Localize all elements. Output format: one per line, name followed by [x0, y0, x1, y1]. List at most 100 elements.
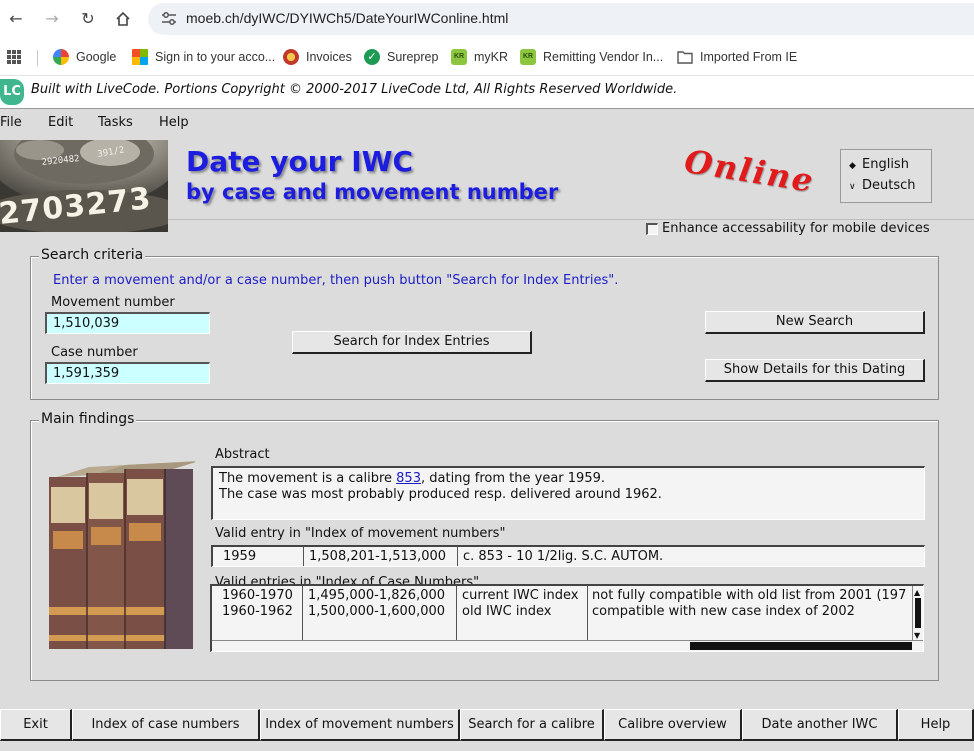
bookmark-label: Sign in to your acco... [155, 50, 276, 64]
bookmark-sureprep[interactable]: ✓ Sureprep [364, 48, 438, 66]
column-divider [456, 586, 457, 641]
abstract-box: The movement is a calibre 853, dating fr… [211, 466, 925, 520]
case-number-label: Case number [51, 345, 138, 360]
bookmark-remitting-vendor[interactable]: KR Remitting Vendor In... [520, 48, 663, 66]
movement-entry-range: 1,508,201-1,513,000 [309, 549, 447, 564]
search-calibre-button[interactable]: Search for a calibre [460, 709, 604, 741]
language-option-english[interactable]: ◆ English [849, 157, 909, 172]
language-selector: ◆ English ∨ Deutsch [840, 149, 932, 203]
movement-index-label: Valid entry in "Index of movement number… [215, 526, 506, 541]
search-index-button[interactable]: Search for Index Entries [292, 331, 532, 354]
home-icon[interactable] [112, 8, 134, 30]
page-subtitle: by case and movement number [186, 180, 559, 204]
site-info-icon[interactable] [160, 11, 178, 27]
case-index-table: 1960-1970 1,495,000-1,826,000 current IW… [210, 584, 924, 652]
main-findings-label: Main findings [39, 411, 137, 427]
calibre-overview-button[interactable]: Calibre overview [604, 709, 742, 741]
case-entry-index: old IWC index [462, 604, 552, 619]
movement-index-table: 1959 1,508,201-1,513,000 c. 853 - 10 1/2… [211, 545, 925, 567]
menu-tasks[interactable]: Tasks [98, 115, 133, 130]
bookmark-sign-in[interactable]: Sign in to your acco... [132, 48, 275, 66]
bookmark-label: Google [76, 50, 117, 64]
kr-icon: KR [520, 49, 536, 65]
page-title: Date your IWC [186, 145, 414, 178]
back-arrow-icon[interactable]: ← [5, 8, 27, 30]
bookmark-invoices[interactable]: Invoices [283, 48, 352, 66]
bookmark-google[interactable]: Google [53, 48, 116, 66]
case-entry-range: 1,500,000-1,600,000 [308, 604, 446, 619]
bookmark-label: Remitting Vendor In... [543, 50, 664, 64]
case-entry-years: 1960-1970 [222, 588, 293, 603]
bookmark-label: Sureprep [387, 50, 439, 64]
livecode-logo[interactable]: LC [0, 79, 24, 105]
language-option-deutsch[interactable]: ∨ Deutsch [849, 178, 916, 193]
radio-unselected-icon: ∨ [849, 182, 856, 192]
search-criteria-group: Search criteria Enter a movement and/or … [30, 247, 939, 400]
books-image [45, 457, 199, 653]
check-circle-icon: ✓ [364, 49, 380, 65]
case-entry-note: not fully compatible with old list from … [592, 588, 907, 603]
abstract-line-2: The case was most probably produced resp… [219, 487, 662, 502]
new-search-button[interactable]: New Search [705, 311, 925, 334]
address-bar[interactable]: moeb.ch/dyIWC/DYIWCh5/DateYourIWConline.… [148, 3, 974, 35]
movement-number-label: Movement number [51, 295, 175, 310]
svg-text:▼: ▼ [914, 631, 921, 640]
reload-icon[interactable]: ↻ [77, 8, 99, 30]
date-another-iwc-button[interactable]: Date another IWC [742, 709, 898, 741]
bookmark-label: myKR [474, 50, 509, 64]
bookmark-mykr[interactable]: KR myKR [451, 48, 508, 66]
column-divider [587, 586, 588, 641]
bookmark-label: Imported From IE [700, 50, 798, 64]
menu-help[interactable]: Help [159, 115, 189, 130]
microsoft-icon [132, 49, 148, 65]
accessibility-checkbox[interactable] [646, 222, 658, 235]
index-case-numbers-button[interactable]: Index of case numbers [72, 709, 260, 741]
case-entry-range: 1,495,000-1,826,000 [308, 588, 446, 603]
search-hint: Enter a movement and/or a case number, t… [53, 273, 619, 288]
bookmark-label: Invoices [306, 50, 352, 64]
abstract-label: Abstract [215, 447, 270, 462]
browser-toolbar: ← → ↻ moeb.ch/dyIWC/DYIWCh5/DateYourIWCo… [0, 0, 974, 38]
case-entry-note: compatible with new case index of 2002 [592, 604, 855, 619]
movement-entry-calibre: c. 853 - 10 1/2lig. S.C. AUTOM. [463, 549, 664, 564]
abstract-text: The movement is a calibre [219, 471, 397, 486]
kr-icon: KR [451, 49, 467, 65]
calibre-link[interactable]: 853 [396, 471, 421, 486]
abstract-line-1: The movement is a calibre 853, dating fr… [219, 471, 605, 486]
case-number-field[interactable]: 1,591,359 [45, 362, 210, 384]
menu-bar: File Edit Tasks Help [0, 109, 974, 136]
url-text[interactable]: moeb.ch/dyIWC/DYIWCh5/DateYourIWConline.… [186, 10, 508, 26]
watch-movement-image: 2920482 391/2 2703273 [0, 140, 168, 232]
language-label: Deutsch [862, 178, 916, 193]
bottom-toolbar: Exit Index of case numbers Index of move… [0, 709, 974, 741]
case-entry-years: 1960-1962 [222, 604, 293, 619]
apps-grid-icon[interactable] [7, 48, 21, 66]
menu-edit[interactable]: Edit [48, 115, 73, 130]
abstract-text: , dating from the year 1959. [420, 471, 606, 486]
google-icon [53, 49, 69, 65]
case-table-horizontal-scrollbar[interactable] [212, 640, 923, 651]
forward-arrow-icon[interactable]: → [41, 8, 63, 30]
folder-icon [677, 51, 693, 64]
column-divider [302, 586, 303, 641]
case-entry-index: current IWC index [462, 588, 579, 603]
column-divider [303, 547, 304, 566]
help-button[interactable]: Help [898, 709, 974, 741]
exit-button[interactable]: Exit [0, 709, 72, 741]
menu-file[interactable]: File [0, 115, 22, 130]
accessibility-label: Enhance accessability for mobile devices [662, 221, 930, 236]
online-logo: Online [681, 141, 818, 201]
case-table-vertical-scrollbar[interactable]: ▲ ▼ [912, 586, 923, 641]
livecode-banner: LC Built with LiveCode. Portions Copyrig… [0, 77, 974, 109]
show-details-button[interactable]: Show Details for this Dating [705, 359, 925, 382]
livecode-copyright: Built with LiveCode. Portions Copyright … [31, 82, 678, 97]
invoices-icon [283, 49, 299, 65]
accessibility-toggle[interactable]: Enhance accessability for mobile devices [646, 221, 930, 236]
bookmark-folder-imported[interactable]: Imported From IE [677, 48, 797, 66]
index-movement-numbers-button[interactable]: Index of movement numbers [260, 709, 460, 741]
language-label: English [862, 157, 909, 172]
column-divider [457, 547, 458, 566]
movement-number-field[interactable]: 1,510,039 [45, 312, 210, 334]
scrollbar-thumb[interactable] [690, 642, 912, 650]
search-criteria-label: Search criteria [39, 247, 146, 263]
